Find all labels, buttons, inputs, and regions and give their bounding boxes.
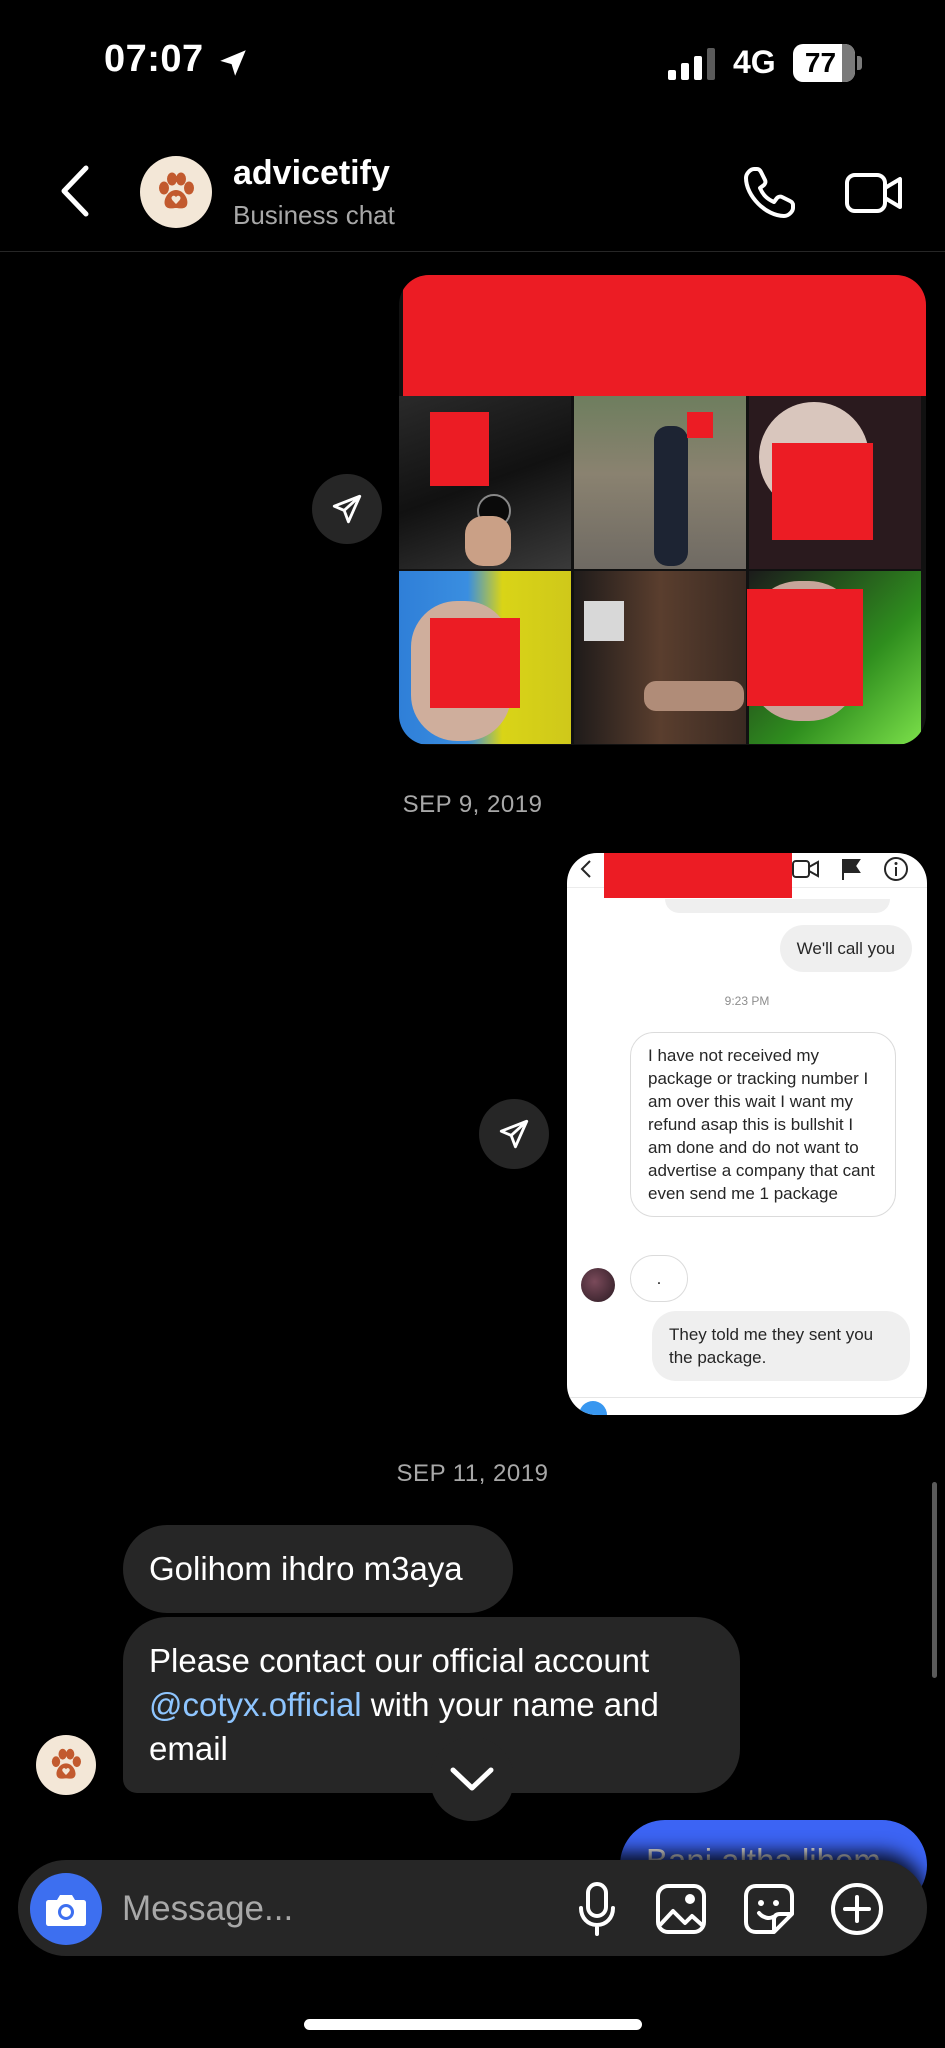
redaction-box xyxy=(772,443,873,540)
redaction-box xyxy=(403,275,926,396)
back-chevron-icon[interactable] xyxy=(56,164,96,218)
screenshot-message[interactable]: We'll call you 9:23 PM I have not receiv… xyxy=(567,853,927,1415)
back-chevron-icon xyxy=(580,860,591,878)
avatar xyxy=(581,1268,615,1302)
camera-icon xyxy=(46,1895,86,1926)
screenshot-bubble: . xyxy=(630,1255,688,1302)
info-icon xyxy=(884,857,908,881)
screenshot-bubble: They told me they sent you the package. xyxy=(652,1311,910,1381)
avatar[interactable] xyxy=(140,156,212,228)
microphone-icon xyxy=(579,1882,615,1936)
scrollbar[interactable] xyxy=(932,1482,937,1678)
redaction-box xyxy=(430,618,520,708)
battery-level: 77 xyxy=(804,47,837,78)
redaction-box xyxy=(430,412,489,486)
incoming-message[interactable]: Golihom ihdro m3aya xyxy=(123,1525,513,1613)
home-indicator[interactable] xyxy=(304,2019,642,2030)
contact-name[interactable]: advicetify xyxy=(233,154,390,193)
redaction-box xyxy=(604,853,792,898)
message-text: Please contact our official account xyxy=(149,1642,650,1679)
screenshot-bubble: We'll call you xyxy=(779,925,912,972)
more-button[interactable] xyxy=(828,1880,886,1938)
screenshot-header xyxy=(567,853,927,898)
screenshot-timestamp: 9:23 PM xyxy=(724,994,770,1008)
share-button[interactable] xyxy=(312,474,382,544)
redaction-box xyxy=(687,412,713,438)
paw-icon xyxy=(51,1748,81,1779)
location-arrow-icon xyxy=(220,50,246,76)
date-separator: SEP 9, 2019 xyxy=(402,791,543,818)
mention-link[interactable]: @cotyx.official xyxy=(149,1686,362,1723)
message-input[interactable] xyxy=(122,1884,522,1934)
sender-avatar[interactable] xyxy=(36,1735,96,1795)
microphone-button[interactable] xyxy=(568,1880,626,1938)
video-icon[interactable] xyxy=(844,170,904,216)
network-type: 4G xyxy=(733,44,776,80)
photo-tile xyxy=(574,396,746,569)
status-time: 07:07 xyxy=(104,38,204,80)
redaction-box xyxy=(747,589,863,706)
message-text: Golihom ihdro m3aya xyxy=(149,1550,463,1587)
plus-circle-icon xyxy=(831,1883,883,1935)
battery-icon: 77 xyxy=(793,44,863,82)
signal-icon xyxy=(668,48,715,80)
contact-subtitle: Business chat xyxy=(233,200,395,230)
video-icon xyxy=(792,860,819,878)
sticker-icon xyxy=(744,1884,794,1934)
header-divider xyxy=(0,251,945,252)
share-button[interactable] xyxy=(479,1099,549,1169)
flag-icon xyxy=(842,859,861,880)
scroll-to-bottom-button[interactable] xyxy=(430,1737,514,1821)
gallery-button[interactable] xyxy=(652,1880,710,1938)
date-separator: SEP 11, 2019 xyxy=(396,1460,549,1487)
camera-button[interactable] xyxy=(30,1873,102,1945)
share-icon xyxy=(332,494,362,524)
photo-grid-message[interactable] xyxy=(399,275,926,745)
phone-icon[interactable] xyxy=(740,164,798,222)
paw-icon xyxy=(159,172,194,209)
photo-tile xyxy=(574,571,746,744)
screenshot-bubble: I have not received my package or tracki… xyxy=(630,1032,896,1217)
chevron-down-icon xyxy=(450,1767,494,1791)
sticker-button[interactable] xyxy=(740,1880,798,1938)
share-icon xyxy=(499,1119,529,1149)
gallery-icon xyxy=(656,1884,706,1934)
